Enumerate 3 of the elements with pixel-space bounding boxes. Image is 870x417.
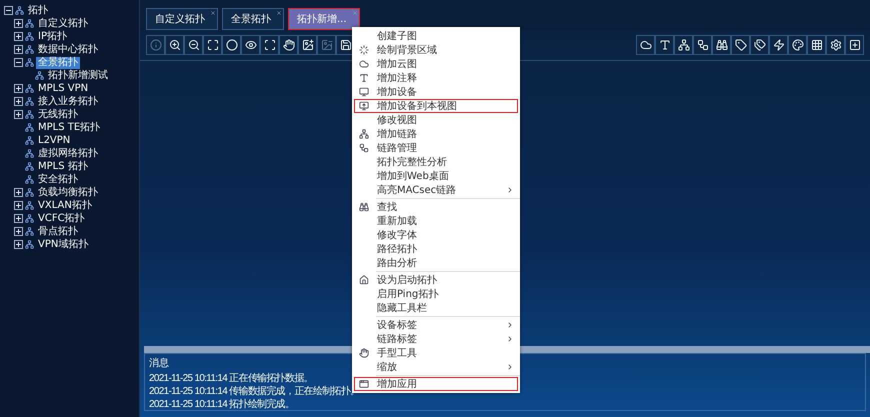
log-line: 2021-11-25 10:11:14 正在传输拓扑数据。 [149,372,313,385]
log-title: 消息 [149,358,169,370]
log-line: 2021-11-25 10:11:14 拓扑绘制完成。 [149,398,294,411]
